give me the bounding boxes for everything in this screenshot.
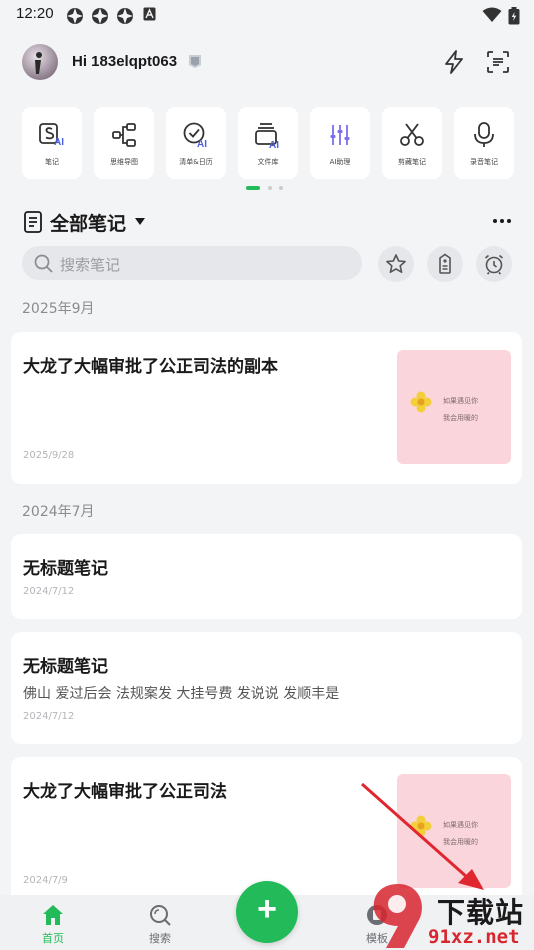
app-notification-icon	[92, 8, 108, 24]
status-bar: 12:20	[0, 0, 534, 30]
caret-down-icon[interactable]	[134, 217, 146, 226]
tool-note[interactable]: AI 笔记	[22, 107, 82, 179]
group-date-label: 2024年7月	[22, 504, 95, 520]
note-thumbnail: 如果遇见你 我会用暖的	[397, 350, 511, 464]
membership-badge-icon	[189, 55, 201, 68]
tool-file-library[interactable]: AI 文件库	[238, 107, 298, 179]
greeting-username[interactable]: Hi 183elqpt063	[72, 53, 177, 70]
tab-search[interactable]: 搜索	[130, 895, 190, 950]
plus-icon: +	[257, 890, 277, 928]
ai-assistant-icon	[330, 125, 350, 145]
tool-checklist-calendar[interactable]: AI 清单&日历	[166, 107, 226, 179]
top-bar: Hi 183elqpt063	[0, 40, 534, 84]
alarm-clock-icon	[484, 254, 504, 275]
note-card[interactable]: 大龙了大幅审批了公正司法的副本 2025/9/28 如果遇见你 我会用暖的	[11, 332, 522, 484]
tool-label: AI助理	[329, 158, 351, 166]
note-title: 无标题笔记	[23, 559, 108, 579]
tool-mindmap[interactable]: 思维导图	[94, 107, 154, 179]
wifi-icon	[482, 7, 502, 22]
note-date: 2024/7/12	[23, 586, 75, 597]
search-icon	[150, 905, 171, 926]
thumbnail-text: 如果遇见你	[443, 397, 478, 405]
note-date: 2024/7/9	[23, 875, 68, 886]
note-title: 大龙了大幅审批了公正司法	[23, 782, 227, 802]
note-ai-icon: AI	[39, 123, 64, 148]
note-title: 无标题笔记	[23, 657, 108, 677]
scan-icon[interactable]	[486, 50, 510, 74]
page-dot	[268, 186, 272, 190]
note-preview: 佛山 爱过后会 法规案发 大挂号费 发说说 发顺丰是	[23, 686, 340, 702]
search-icon	[34, 254, 53, 273]
battery-icon	[508, 7, 520, 25]
svg-text:AI: AI	[269, 140, 279, 149]
note-date: 2025/9/28	[23, 450, 75, 461]
tool-label: 思维导图	[110, 158, 138, 166]
note-card[interactable]: 无标题笔记 佛山 爱过后会 法规案发 大挂号费 发说说 发顺丰是 2024/7/…	[11, 632, 522, 744]
tool-label: 文件库	[257, 158, 279, 166]
page-dot-active	[246, 186, 260, 190]
mindmap-icon	[112, 123, 136, 147]
tags-button[interactable]	[427, 246, 463, 282]
note-card[interactable]: 无标题笔记 2024/7/12	[11, 534, 522, 619]
svg-text:AI: AI	[54, 137, 64, 148]
star-icon	[386, 254, 406, 273]
tool-label: 剪藏笔记	[398, 158, 426, 166]
tool-strip: AI 笔记 思维导图 AI 清单&日历 AI 文件库 AI助理 剪藏笔记 录音笔…	[22, 107, 522, 179]
scissors-icon	[400, 123, 424, 146]
tool-label: 录音笔记	[470, 158, 498, 166]
page-dot	[279, 186, 283, 190]
more-options-icon[interactable]	[492, 218, 512, 224]
microphone-icon	[474, 122, 494, 147]
tool-label: 笔记	[45, 158, 59, 166]
tab-label: 搜索	[149, 932, 171, 945]
reminder-button[interactable]	[476, 246, 512, 282]
tab-home[interactable]: 首页	[23, 895, 83, 950]
watermark-name: 下载站	[437, 896, 525, 929]
watermark-logo	[373, 884, 422, 948]
avatar[interactable]	[22, 44, 58, 80]
tag-icon	[439, 253, 451, 274]
search-input[interactable]: 搜索笔记	[22, 246, 362, 280]
thumbnail-text: 我会用暖的	[443, 414, 478, 422]
keyboard-notification-icon	[143, 7, 156, 21]
file-library-ai-icon: AI	[255, 123, 279, 149]
note-date: 2024/7/12	[23, 711, 75, 722]
notes-section-header: 全部笔记	[22, 208, 512, 236]
notebook-icon	[24, 211, 42, 233]
svg-text:AI: AI	[197, 139, 207, 149]
tool-voice-note[interactable]: 录音笔记	[454, 107, 514, 179]
favorites-button[interactable]	[378, 246, 414, 282]
tool-label: 清单&日历	[179, 158, 213, 166]
tool-clip-note[interactable]: 剪藏笔记	[382, 107, 442, 179]
status-time: 12:20	[16, 5, 54, 22]
tab-label: 首页	[42, 932, 64, 945]
group-date-label: 2025年9月	[22, 301, 95, 317]
home-icon	[43, 905, 63, 925]
watermark: 下载站 91xz.net	[362, 780, 534, 950]
search-placeholder: 搜索笔记	[60, 256, 121, 274]
checklist-ai-icon: AI	[183, 122, 207, 149]
tool-ai-assistant[interactable]: AI助理	[310, 107, 370, 179]
add-note-button[interactable]: +	[236, 881, 298, 943]
app-notification-icon	[117, 8, 133, 24]
flower-sticker-icon	[410, 391, 432, 413]
notes-section-title[interactable]: 全部笔记	[50, 209, 126, 236]
app-notification-icon	[67, 8, 83, 24]
note-title: 大龙了大幅审批了公正司法的副本	[23, 357, 278, 377]
lightning-icon[interactable]	[443, 50, 465, 74]
watermark-url: 91xz.net	[428, 926, 520, 948]
